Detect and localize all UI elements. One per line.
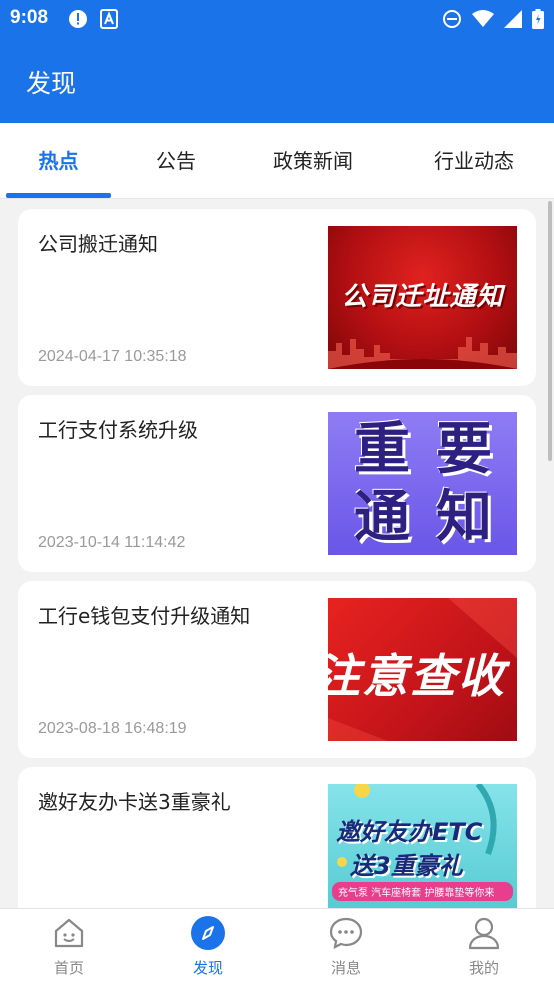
article-card[interactable]: 工行支付系统升级 2023-10-14 11:14:42 重 要 通 知 (18, 395, 536, 572)
article-thumbnail: 重 要 通 知 (328, 412, 517, 555)
nav-profile[interactable]: 我的 (439, 909, 529, 984)
tab-bar: 热点 公告 政策新闻 行业动态 (0, 123, 554, 199)
article-title: 工行支付系统升级 (38, 418, 198, 442)
battery-icon (532, 9, 544, 33)
nav-label: 首页 (53, 959, 84, 977)
nav-label: 发现 (192, 959, 223, 977)
thumbnail-caption: 邀好友办ETC (336, 818, 483, 846)
article-title: 公司搬迁通知 (38, 232, 158, 256)
thumbnail-char: 重 (354, 417, 410, 482)
tab-industry-news[interactable]: 行业动态 (414, 123, 534, 199)
status-time: 9:08 (10, 7, 49, 28)
article-thumbnail: 注意查收 (328, 598, 517, 741)
article-list[interactable]: 公司搬迁通知 2024-04-17 10:35:18 公司迁址通知 工行支付系统… (0, 199, 554, 908)
thumbnail-char: 要 (436, 417, 492, 482)
nav-home[interactable]: 首页 (24, 909, 114, 984)
nav-label: 消息 (330, 959, 361, 977)
bottom-nav: 首页 发现 消息 我的 (0, 908, 554, 984)
thumbnail-caption: 送3重豪礼 (350, 852, 463, 880)
user-icon (467, 916, 501, 950)
article-card[interactable]: 工行e钱包支付升级通知 2023-08-18 16:48:19 注意查收 (18, 581, 536, 758)
alert-icon (68, 9, 88, 33)
thumbnail-char: 通 (354, 485, 410, 550)
home-icon (52, 916, 86, 950)
do-not-disturb-icon (442, 9, 462, 33)
article-time: 2024-04-17 10:35:18 (38, 348, 187, 365)
tab-policy-news[interactable]: 政策新闻 (253, 123, 373, 199)
tab-indicator (6, 193, 111, 198)
scrollbar[interactable] (548, 201, 552, 461)
thumbnail-char: 知 (436, 485, 492, 550)
article-card[interactable]: 邀好友办卡送3重豪礼 邀好友办ETC 送3重豪礼 充气泵 汽车座椅套 护腰靠垫等… (18, 767, 536, 908)
thumbnail-subcaption: 充气泵 汽车座椅套 护腰靠垫等你来 (332, 882, 513, 901)
tab-announcements[interactable]: 公告 (126, 123, 226, 199)
signal-icon (504, 10, 522, 32)
message-icon (329, 916, 363, 950)
article-thumbnail: 邀好友办ETC 送3重豪礼 充气泵 汽车座椅套 护腰靠垫等你来 (328, 784, 517, 908)
article-time: 2023-08-18 16:48:19 (38, 720, 187, 737)
article-title: 邀好友办卡送3重豪礼 (38, 790, 231, 814)
page-title: 发现 (26, 69, 77, 98)
app-header: 9:08 发现 (0, 0, 554, 123)
article-time: 2023-10-14 11:14:42 (38, 534, 186, 551)
thumbnail-caption: 公司迁址通知 (341, 282, 504, 312)
article-card[interactable]: 公司搬迁通知 2024-04-17 10:35:18 公司迁址通知 (18, 209, 536, 386)
tab-hot[interactable]: 热点 (6, 123, 111, 199)
nav-label: 我的 (468, 959, 499, 977)
status-bar: 9:08 (0, 0, 554, 38)
nav-messages[interactable]: 消息 (301, 909, 391, 984)
nav-discover[interactable]: 发现 (163, 909, 253, 984)
thumbnail-caption: 注意查收 (328, 649, 506, 703)
wifi-icon (472, 10, 494, 32)
article-thumbnail: 公司迁址通知 (328, 226, 517, 369)
article-title: 工行e钱包支付升级通知 (38, 604, 251, 628)
text-a-icon (100, 9, 118, 33)
compass-icon (191, 916, 225, 950)
